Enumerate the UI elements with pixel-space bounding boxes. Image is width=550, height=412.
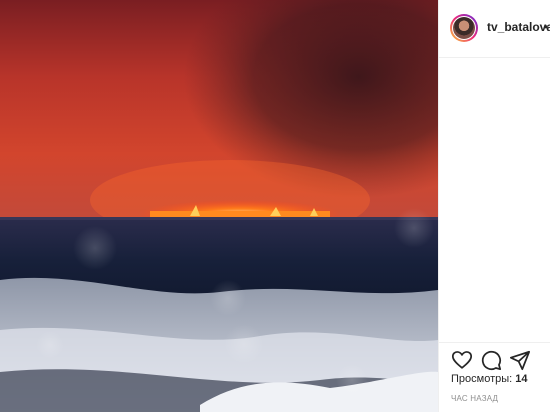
share-button[interactable] [509,349,531,371]
avatar-ring [452,16,476,40]
follow-separator: • [544,20,549,34]
instagram-post: tv_batalova • Просмотры: 14 ЧАС НАЗАД [0,0,550,412]
avatar[interactable] [450,14,478,42]
comments-fade [479,332,509,340]
action-bar [439,342,550,376]
post-timestamp[interactable]: ЧАС НАЗАД [451,394,498,403]
post-video[interactable] [0,0,438,412]
post-sidebar: tv_batalova • Просмотры: 14 ЧАС НАЗАД [438,0,550,412]
post-header: tv_batalova • [439,0,550,58]
like-button[interactable] [451,349,473,371]
comment-icon [481,350,502,371]
views-number: 14 [515,373,528,385]
wildfire-night-scene [0,0,438,412]
avatar-image [453,17,475,39]
username-link[interactable]: tv_batalova [487,20,550,34]
heart-icon [451,351,473,369]
comment-button[interactable] [480,349,502,371]
views-label: Просмотры: [451,373,513,385]
views-count: Просмотры: 14 [451,373,528,385]
share-icon [509,350,531,371]
